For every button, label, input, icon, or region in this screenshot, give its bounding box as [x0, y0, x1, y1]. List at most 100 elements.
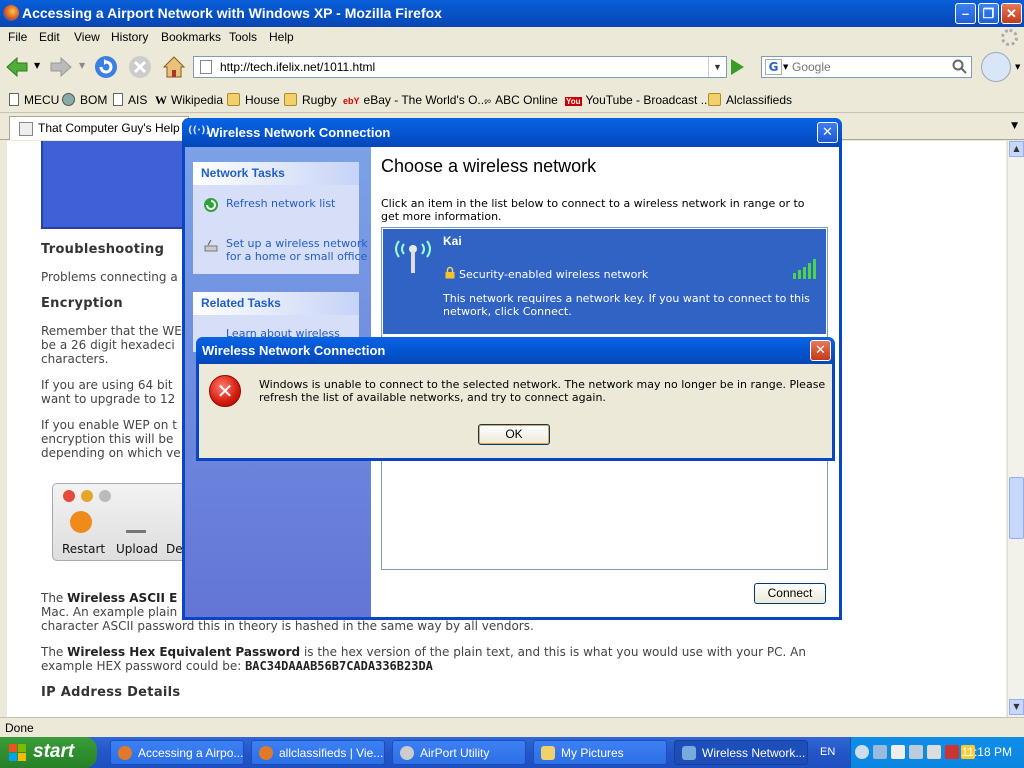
bookmark-label: Alclassifieds	[726, 93, 793, 107]
toolbar-label: Restart	[62, 542, 106, 556]
refresh-icon	[204, 198, 218, 212]
tray-arrow-icon[interactable]	[855, 745, 869, 759]
bookmark-wikipedia[interactable]: W Wikipedia	[155, 93, 223, 108]
search-box[interactable]: G ▼	[761, 56, 972, 78]
globe-icon	[62, 93, 75, 106]
taskbar-item-wireless-network[interactable]: Wireless Network...	[674, 740, 808, 765]
scroll-thumb[interactable]	[1009, 477, 1024, 539]
mac-minimize-icon	[81, 490, 93, 502]
search-icon[interactable]	[951, 58, 969, 76]
z-tray-icon[interactable]	[891, 745, 905, 759]
bookmark-bom[interactable]: BOM	[62, 93, 107, 107]
bookmark-rugby[interactable]: Rugby	[284, 93, 337, 107]
skype-dropdown-icon[interactable]: ▼	[1015, 63, 1020, 71]
menu-history[interactable]: History	[111, 30, 148, 44]
sync-tray-icon[interactable]	[909, 745, 923, 759]
start-button[interactable]: start	[0, 737, 97, 768]
menu-bookmarks[interactable]: Bookmarks	[161, 30, 221, 44]
url-text[interactable]: http://tech.ifelix.net/1011.html	[220, 60, 375, 74]
bookmark-ais[interactable]: AIS	[113, 93, 147, 107]
stop-icon[interactable]	[127, 54, 153, 80]
back-arrow-icon[interactable]	[4, 54, 30, 80]
page-icon	[9, 93, 19, 106]
setup-label-1: Set up a wireless network	[226, 237, 368, 250]
url-bar[interactable]: http://tech.ifelix.net/1011.html ▼	[193, 56, 727, 78]
bookmark-ebay[interactable]: ebY eBay - The World's O...	[343, 93, 487, 107]
menu-edit[interactable]: Edit	[39, 30, 60, 44]
ascii-bold: Wireless ASCII E	[67, 591, 178, 605]
scroll-down-icon[interactable]: ▼	[1009, 699, 1024, 715]
forward-arrow-icon[interactable]	[48, 54, 74, 80]
network-tray-icon[interactable]	[873, 745, 887, 759]
wireless-window-titlebar: ((·)) Wireless Network Connection ✕	[182, 118, 842, 147]
go-arrow-icon[interactable]	[731, 59, 744, 75]
mac-close-icon	[63, 490, 75, 502]
menu-tools[interactable]: Tools	[229, 30, 257, 44]
taskbar-item-firefox-airport[interactable]: Accessing a Airpo...	[110, 740, 244, 765]
youtube-icon: You	[565, 97, 582, 106]
hex-prefix: The	[41, 645, 68, 659]
taskbar-item-airport-utility[interactable]: AirPort Utility	[392, 740, 526, 765]
tab-active[interactable]: That Computer Guy's Help For	[9, 116, 189, 140]
wireless-close-button[interactable]: ✕	[817, 122, 838, 143]
network-item[interactable]: Kai Security-enabled wireless network Th…	[383, 229, 826, 334]
ebay-icon: ebY	[343, 96, 360, 106]
scroll-up-icon[interactable]: ▲	[1009, 141, 1024, 157]
skype-icon[interactable]	[981, 52, 1011, 82]
bookmark-alclassifieds[interactable]: Alclassifieds	[708, 93, 792, 107]
bit64-line: want to upgrade to 12	[41, 392, 176, 406]
forward-dropdown-icon[interactable]: ▼	[79, 61, 85, 70]
url-dropdown-icon[interactable]: ▼	[708, 57, 726, 77]
back-dropdown-icon[interactable]: ▼	[34, 61, 40, 70]
engine-dropdown-icon[interactable]: ▼	[783, 63, 788, 71]
hex-rest: is the hex version of the plain text, an…	[300, 645, 806, 659]
menu-help[interactable]: Help	[269, 30, 294, 44]
home-icon[interactable]	[161, 54, 187, 80]
refresh-network-list-link[interactable]: Refresh network list	[226, 197, 335, 210]
encryption-line: characters.	[41, 352, 109, 366]
disk-tray-icon[interactable]	[927, 745, 941, 759]
minimize-button[interactable]: –	[955, 3, 976, 24]
google-engine-icon[interactable]: G	[765, 59, 782, 75]
hex-bold: Wireless Hex Equivalent Password	[67, 645, 301, 659]
maximize-button[interactable]: ❐	[978, 3, 999, 24]
search-input[interactable]	[792, 59, 947, 75]
close-button[interactable]: ✕	[1001, 3, 1022, 24]
taskbar-item-my-pictures[interactable]: My Pictures	[533, 740, 667, 765]
choose-network-heading: Choose a wireless network	[381, 156, 597, 176]
network-tasks-header: Network Tasks	[193, 162, 359, 185]
bookmark-abc-online[interactable]: ∞ ABC Online	[484, 93, 558, 107]
folder-icon	[541, 746, 555, 760]
start-label: start	[33, 741, 75, 762]
error-close-button[interactable]: ✕	[810, 340, 831, 361]
menu-view[interactable]: View	[74, 30, 100, 44]
menu-file[interactable]: File	[8, 30, 27, 44]
error-icon: ✕	[209, 375, 241, 407]
throbber-icon	[1001, 29, 1018, 46]
wireless-error-tray-icon[interactable]	[945, 745, 959, 759]
bookmark-mecu[interactable]: MECU	[9, 93, 59, 107]
reload-icon[interactable]	[93, 54, 119, 80]
browser-titlebar: Accessing a Airport Network with Windows…	[0, 0, 1024, 27]
wep-line: depending on which ve	[41, 446, 181, 460]
wep-line: If you enable WEP on t	[41, 418, 177, 432]
bookmark-label: Rugby	[302, 93, 337, 107]
language-indicator[interactable]: EN	[820, 746, 835, 758]
menu-bar: File Edit View History Bookmarks Tools H…	[0, 27, 1024, 48]
taskbar-item-label: allclassifieds | Vie...	[279, 746, 384, 760]
taskbar-item-firefox-allclassifieds[interactable]: allclassifieds | Vie...	[251, 740, 385, 765]
tab-list-dropdown-icon[interactable]: ▼	[1011, 121, 1018, 131]
bookmark-house[interactable]: House	[227, 93, 280, 107]
bookmark-label: House	[245, 93, 280, 107]
mac-zoom-icon	[99, 490, 111, 502]
setup-wireless-link[interactable]: Set up a wireless network for a home or …	[226, 237, 368, 263]
vertical-scrollbar[interactable]: ▲ ▼	[1007, 141, 1024, 717]
folder-icon	[284, 93, 297, 106]
network-tasks-panel: Network Tasks Refresh network list Set u…	[193, 162, 368, 274]
wikipedia-icon: W	[155, 93, 167, 107]
connect-button[interactable]: Connect	[754, 583, 826, 604]
bookmark-youtube[interactable]: You YouTube - Broadcast ...	[565, 93, 711, 107]
airport-toolbar-screenshot: Restart Upload Defa	[52, 483, 202, 561]
troubleshooting-text: Problems connecting a	[41, 270, 178, 284]
ok-button[interactable]: OK	[478, 424, 550, 445]
